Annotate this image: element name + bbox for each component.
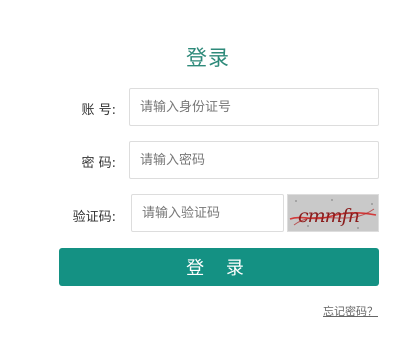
- captcha-image[interactable]: cmmfn: [287, 194, 379, 232]
- forgot-password-link[interactable]: 忘记密码？: [323, 303, 378, 319]
- password-label: 密 码:: [81, 156, 116, 171]
- captcha-text: cmmfn: [298, 205, 359, 227]
- login-button[interactable]: 登 录: [59, 248, 379, 286]
- login-title: 登录: [186, 46, 230, 70]
- account-input[interactable]: [129, 88, 379, 126]
- login-page: 登录 账 号: 密 码: 验证码: cmmfn 登 录 忘记密码？: [0, 0, 416, 337]
- captcha-input[interactable]: [131, 194, 284, 232]
- captcha-label: 验证码:: [72, 210, 116, 225]
- captcha-graphic: cmmfn: [288, 195, 378, 231]
- password-input[interactable]: [129, 141, 379, 179]
- account-label: 账 号:: [81, 103, 116, 118]
